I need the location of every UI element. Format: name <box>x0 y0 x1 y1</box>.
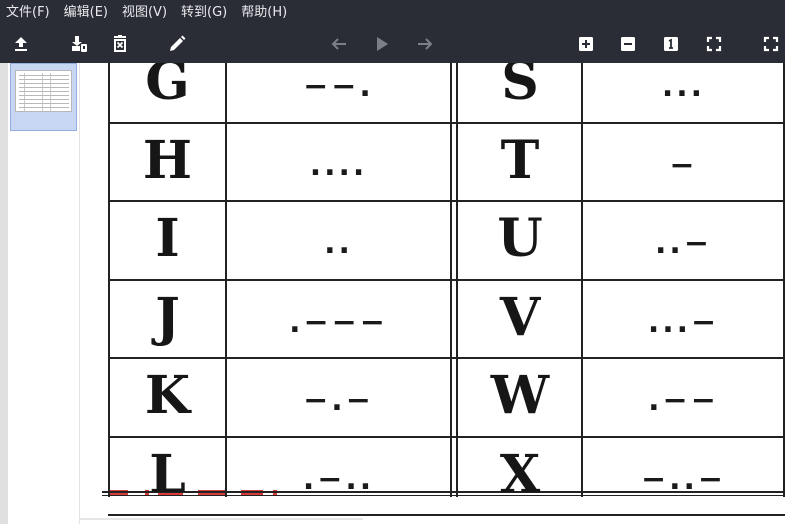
morse-letter: K <box>144 365 191 427</box>
morse-code: −−. <box>303 69 374 105</box>
morse-code: −..− <box>640 461 727 497</box>
morse-letter: S <box>501 63 539 113</box>
actual-size-button[interactable] <box>660 33 682 55</box>
menu-bar: 文件(F) 编辑(E) 视图(V) 转到(G) 帮助(H) <box>0 0 785 25</box>
morse-code: .−.. <box>302 461 375 497</box>
zoom-in-button[interactable] <box>575 33 597 55</box>
table-horizontal-rule <box>108 279 785 281</box>
upload-icon <box>15 37 27 51</box>
morse-code: .−−− <box>289 304 388 340</box>
fit-window-icon <box>706 36 722 52</box>
morse-letter: U <box>497 208 543 270</box>
morse-code: − <box>669 147 698 183</box>
arrow-left-icon <box>331 38 346 50</box>
zoom-out-button[interactable] <box>617 33 639 55</box>
play-icon <box>377 37 388 51</box>
fullscreen-button[interactable] <box>760 33 782 55</box>
zoom-in-icon <box>579 37 593 51</box>
thumbnail-page-preview <box>15 70 72 112</box>
morse-letter: J <box>155 286 180 348</box>
toolbar <box>0 25 785 63</box>
menu-file[interactable]: 文件(F) <box>0 0 58 25</box>
morse-code: ... <box>661 69 706 105</box>
delete-button[interactable] <box>109 33 131 55</box>
table-horizontal-rule <box>108 514 785 516</box>
menu-help[interactable]: 帮助(H) <box>235 0 295 25</box>
table-horizontal-rule <box>108 357 785 359</box>
save-to-disk-icon <box>72 36 87 52</box>
morse-letter: W <box>490 365 550 427</box>
morse-letter: V <box>499 286 541 348</box>
morse-letter: H <box>142 129 193 191</box>
back-button[interactable] <box>328 33 350 55</box>
document-page: G −−. S... H.... T − I.. U ..− J .−−− V ...− K −.− W .−−… <box>80 63 785 524</box>
morse-letter: X <box>499 443 541 505</box>
morse-letter: T <box>500 129 540 191</box>
fit-window-button[interactable] <box>703 33 725 55</box>
table-horizontal-rule <box>108 122 785 124</box>
morse-code: .−− <box>648 383 719 419</box>
menu-view[interactable]: 视图(V) <box>116 0 175 25</box>
horizontal-scrollbar[interactable] <box>80 518 363 520</box>
morse-code: ...− <box>647 304 720 340</box>
menu-goto[interactable]: 转到(G) <box>175 0 235 25</box>
zoom-out-icon <box>621 37 635 51</box>
morse-code: −.− <box>303 383 374 419</box>
delete-box-icon <box>114 35 126 52</box>
arrow-right-icon <box>418 38 433 50</box>
morse-letter: G <box>145 63 190 113</box>
fullscreen-icon <box>763 36 779 52</box>
morse-code: .... <box>309 147 368 183</box>
morse-letter: I <box>155 208 180 270</box>
table-horizontal-rule <box>108 200 785 202</box>
thumbnail-panel <box>0 63 80 524</box>
morse-code: ..− <box>655 226 712 262</box>
table-horizontal-rule <box>108 436 785 438</box>
viewer-area: G −−. S... H.... T − I.. U ..− J .−−− V ...− K −.− W .−−… <box>0 63 785 524</box>
menu-edit[interactable]: 编辑(E) <box>58 0 116 25</box>
morse-code: .. <box>324 226 353 262</box>
save-button[interactable] <box>68 33 90 55</box>
actual-size-icon <box>664 37 678 51</box>
forward-button[interactable] <box>414 33 436 55</box>
edit-button[interactable] <box>166 33 188 55</box>
play-button[interactable] <box>371 33 393 55</box>
pencil-icon <box>170 35 186 51</box>
open-button[interactable] <box>10 33 32 55</box>
thumbnail-scrollbar[interactable] <box>0 63 8 524</box>
page-thumbnail-selected[interactable] <box>10 63 77 131</box>
morse-letter: L <box>149 443 186 505</box>
